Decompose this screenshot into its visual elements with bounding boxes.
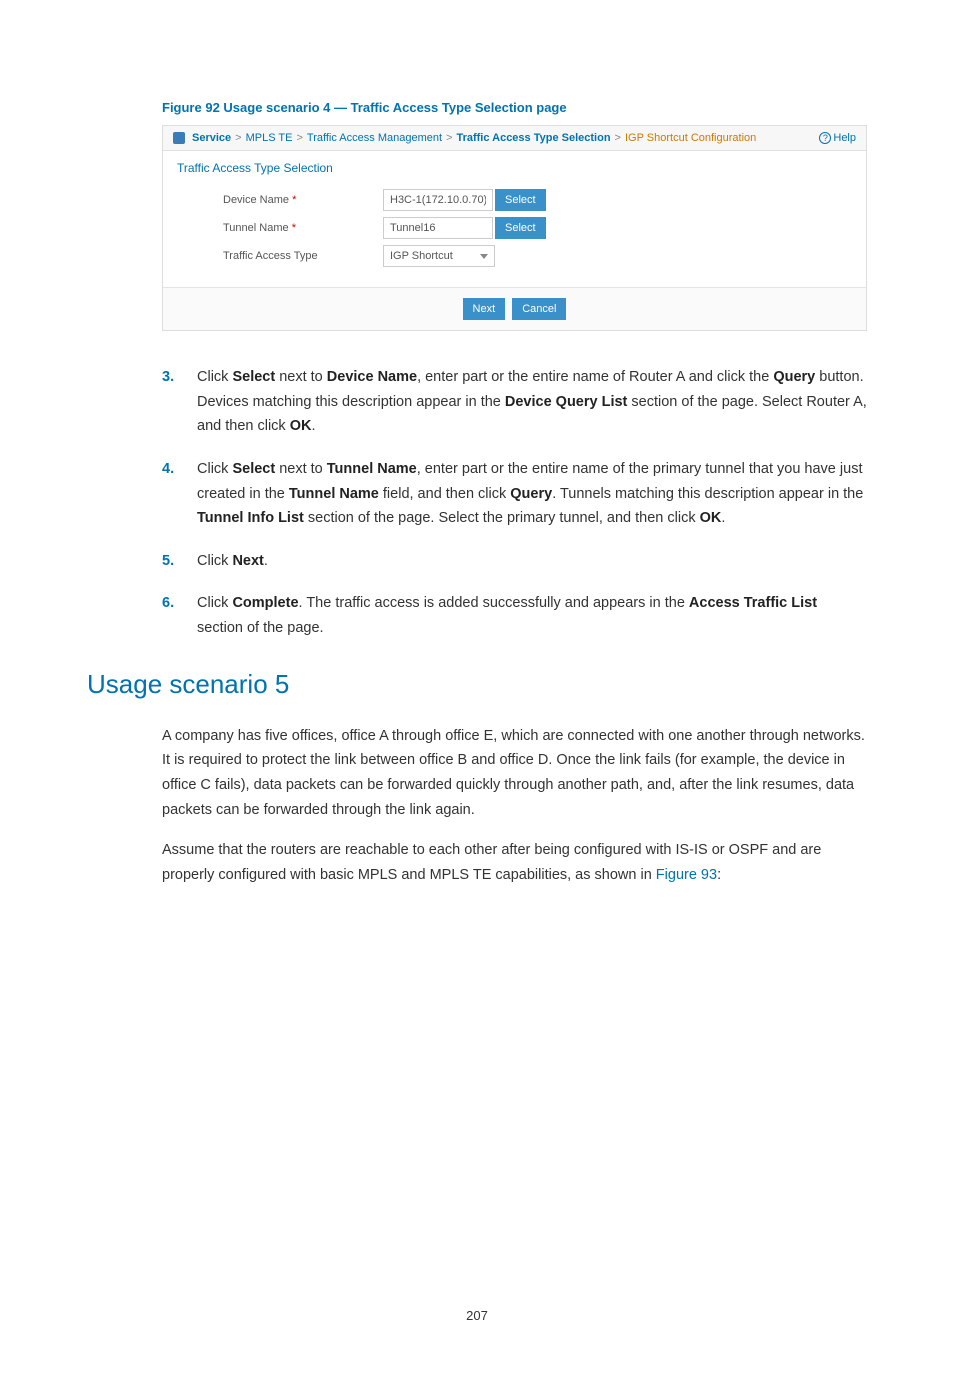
- step-text: Click Next.: [197, 549, 867, 574]
- breadcrumb-sep: >: [446, 132, 452, 144]
- breadcrumb-sep: >: [235, 132, 241, 144]
- traffic-access-type-select[interactable]: IGP Shortcut: [383, 245, 495, 267]
- embedded-screenshot: Service > MPLS TE > Traffic Access Manag…: [162, 125, 867, 331]
- breadcrumb-tats[interactable]: Traffic Access Type Selection: [456, 132, 610, 144]
- section-heading: Usage scenario 5: [87, 669, 867, 700]
- tunnel-name-label: Tunnel Name *: [223, 222, 383, 234]
- step-text: Click Complete. The traffic access is ad…: [197, 591, 867, 640]
- figure-link[interactable]: Figure 93: [656, 867, 717, 883]
- breadcrumb-tam[interactable]: Traffic Access Management: [307, 132, 442, 144]
- tunnel-name-input[interactable]: [383, 217, 493, 239]
- next-button[interactable]: Next: [463, 298, 506, 320]
- paragraph: Assume that the routers are reachable to…: [87, 838, 867, 887]
- select-tunnel-button[interactable]: Select: [495, 217, 546, 239]
- breadcrumb-bar: Service > MPLS TE > Traffic Access Manag…: [163, 126, 866, 151]
- step-text: Click Select next to Device Name, enter …: [197, 365, 867, 439]
- step-number: 6.: [162, 591, 197, 640]
- steps-list: 3.Click Select next to Device Name, ente…: [87, 365, 867, 641]
- step-item: 3.Click Select next to Device Name, ente…: [162, 365, 867, 439]
- step-number: 5.: [162, 549, 197, 574]
- chevron-down-icon: [480, 254, 488, 259]
- step-item: 6.Click Complete. The traffic access is …: [162, 591, 867, 640]
- breadcrumb-service[interactable]: Service: [192, 132, 231, 144]
- cancel-button[interactable]: Cancel: [512, 298, 566, 320]
- step-item: 5.Click Next.: [162, 549, 867, 574]
- help-label: Help: [833, 132, 856, 144]
- breadcrumb-sep: >: [296, 132, 302, 144]
- breadcrumb-mpls[interactable]: MPLS TE: [246, 132, 293, 144]
- device-name-input[interactable]: [383, 189, 493, 211]
- help-icon: ?: [819, 132, 831, 144]
- device-name-label: Device Name *: [223, 194, 383, 206]
- step-text: Click Select next to Tunnel Name, enter …: [197, 457, 867, 531]
- traffic-access-type-label: Traffic Access Type: [223, 250, 383, 262]
- paragraph-text: :: [717, 867, 721, 883]
- form-area: Device Name * Select Tunnel Name * Selec…: [163, 185, 866, 287]
- breadcrumb-sep: >: [615, 132, 621, 144]
- select-value: IGP Shortcut: [390, 250, 453, 262]
- paragraph-text: Assume that the routers are reachable to…: [162, 842, 821, 883]
- select-device-button[interactable]: Select: [495, 189, 546, 211]
- service-icon: [173, 132, 185, 144]
- figure-caption: Figure 92 Usage scenario 4 — Traffic Acc…: [87, 100, 867, 115]
- step-item: 4.Click Select next to Tunnel Name, ente…: [162, 457, 867, 531]
- breadcrumb-current: IGP Shortcut Configuration: [625, 132, 756, 144]
- paragraph: A company has five offices, office A thr…: [87, 724, 867, 823]
- panel-title: Traffic Access Type Selection: [163, 151, 866, 185]
- page-number: 207: [87, 1308, 867, 1323]
- step-number: 4.: [162, 457, 197, 531]
- action-bar: Next Cancel: [163, 287, 866, 330]
- help-link[interactable]: ? Help: [819, 132, 856, 144]
- step-number: 3.: [162, 365, 197, 439]
